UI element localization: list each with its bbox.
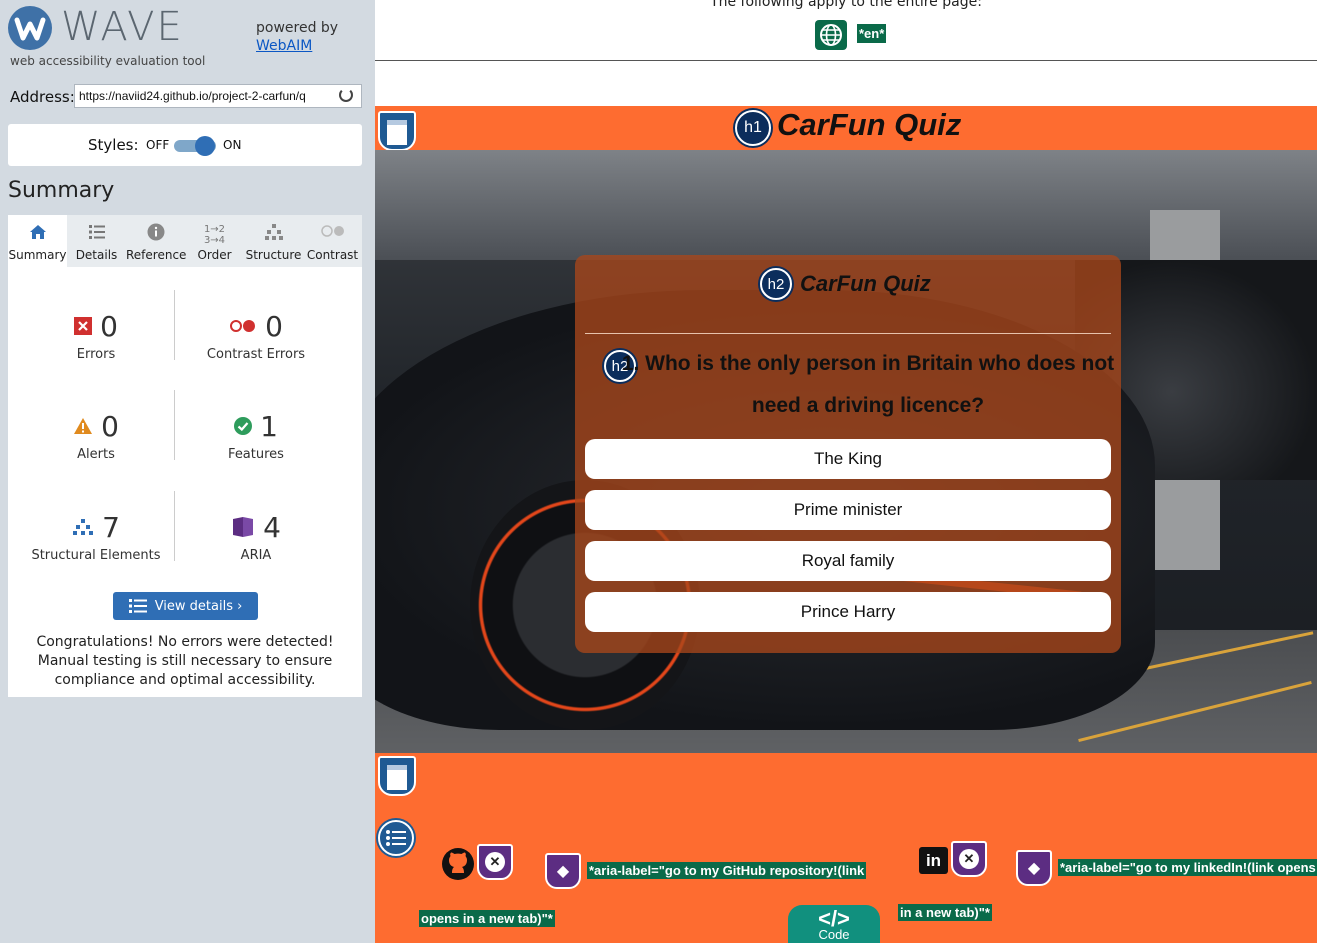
features-stat[interactable]: 1 Features: [176, 409, 336, 463]
linkedin-aria-label: *aria-label="go to my linkedIn!(link ope…: [1058, 859, 1317, 876]
structural-count: 7: [102, 510, 120, 544]
features-count: 1: [260, 409, 278, 443]
tab-structure[interactable]: Structure: [244, 215, 303, 267]
alerts-count: 0: [101, 409, 119, 443]
github-aria-label-cont: opens in a new tab)"*: [419, 910, 555, 927]
tab-label: Details: [75, 248, 118, 262]
github-aria-label: *aria-label="go to my GitHub repository!…: [587, 862, 867, 879]
code-label: Code: [818, 927, 850, 942]
alert-icon: [74, 418, 93, 434]
list-region-icon[interactable]: [378, 820, 414, 856]
styles-label: Styles:: [88, 136, 139, 154]
features-label: Features: [228, 447, 284, 462]
aria-count: 4: [263, 510, 281, 544]
tab-order[interactable]: 1→2 3→4 Order: [185, 215, 244, 267]
h2-badge[interactable]: h2: [760, 268, 792, 300]
tab-contrast[interactable]: Contrast: [303, 215, 362, 267]
quiz-title: CarFun Quiz: [800, 271, 931, 296]
page-level-note: The following apply to the entire page:: [710, 0, 982, 10]
tab-summary[interactable]: Summary: [8, 215, 67, 267]
home-icon: [8, 223, 67, 247]
aria-stat[interactable]: 4 ARIA: [176, 510, 336, 563]
errors-label: Errors: [76, 347, 116, 362]
page-title: CarFun Quiz: [777, 107, 962, 142]
aria-error-icon[interactable]: ✕: [477, 844, 513, 880]
aria-icon: [233, 517, 254, 537]
divider: [174, 290, 175, 360]
tab-label: Order: [197, 248, 232, 262]
quiz-question: 1. Who is the only person in Britain who…: [621, 352, 1115, 417]
info-icon: [126, 223, 185, 247]
contrast-errors-stat[interactable]: 0 Contrast Errors: [176, 309, 336, 363]
tab-reference[interactable]: Reference: [126, 215, 187, 267]
feature-check-icon: [234, 417, 253, 435]
aria-label-tag-icon[interactable]: ◆: [545, 853, 581, 889]
language-globe-icon[interactable]: [815, 20, 847, 50]
answer-button[interactable]: The King: [585, 439, 1111, 479]
summary-heading: Summary: [8, 178, 115, 203]
tab-label: Structure: [245, 248, 302, 262]
divider: [174, 491, 175, 561]
structural-label: Structural Elements: [31, 548, 161, 563]
list-icon: [67, 223, 126, 247]
header-region-icon[interactable]: [378, 111, 416, 151]
congrats-message: Congratulations! No errors were detected…: [36, 634, 334, 688]
hero-image: h2 CarFun Quiz h2 1. Who is the only per…: [375, 150, 1317, 753]
hierarchy-icon: [244, 223, 303, 247]
alerts-label: Alerts: [77, 447, 115, 462]
contrast-error-icon: [230, 320, 256, 332]
styles-toggle-panel: Styles: OFF ON: [8, 124, 362, 166]
alerts-stat[interactable]: 0 Alerts: [16, 409, 176, 462]
error-icon: [74, 317, 93, 335]
linkedin-icon[interactable]: in: [919, 847, 948, 874]
summary-panel: 0 Errors 0 Contrast Errors 0 Alerts 1 Fe…: [8, 267, 362, 697]
answer-button[interactable]: Royal family: [585, 541, 1111, 581]
tab-label: Reference: [126, 248, 187, 262]
view-details-button[interactable]: View details ›: [113, 592, 258, 620]
styles-off-label: OFF: [146, 138, 170, 152]
aria-error-icon[interactable]: ✕: [951, 841, 987, 877]
list-icon: [128, 599, 147, 613]
errors-stat[interactable]: 0 Errors: [16, 309, 176, 362]
divider: [375, 60, 1317, 61]
tab-label: Contrast: [306, 248, 359, 262]
wave-logo-text: WAVE: [61, 4, 184, 50]
language-badge: *en*: [857, 24, 887, 43]
footer-region-icon[interactable]: [378, 756, 416, 796]
github-icon[interactable]: [442, 848, 474, 880]
tab-details[interactable]: Details: [67, 215, 126, 267]
answer-button[interactable]: Prime minister: [585, 490, 1111, 530]
styles-on-label: ON: [223, 138, 242, 152]
errors-count: 0: [100, 309, 118, 343]
address-label: Address:: [10, 88, 75, 106]
aria-label-tag-icon[interactable]: ◆: [1016, 850, 1052, 886]
answer-button[interactable]: Prince Harry: [585, 592, 1111, 632]
structure-icon: [73, 519, 94, 535]
contrast-icon: [303, 223, 362, 247]
linkedin-aria-label-cont: in a new tab)"*: [898, 904, 992, 921]
tab-label: Summary: [8, 248, 67, 262]
wave-logo-icon: [8, 6, 52, 50]
reload-icon[interactable]: [339, 88, 353, 102]
contrast-errors-count: 0: [265, 309, 283, 343]
quiz-card: h2 CarFun Quiz h2 1. Who is the only per…: [575, 255, 1121, 653]
divider: [585, 333, 1111, 334]
code-toggle-button[interactable]: </> Code: [788, 905, 880, 943]
aria-label: ARIA: [240, 548, 272, 563]
evaluated-page: The following apply to the entire page: …: [375, 0, 1317, 943]
view-details-label: View details ›: [154, 598, 243, 614]
divider: [174, 390, 175, 460]
wave-subtitle: web accessibility evaluation tool: [10, 54, 206, 68]
powered-by-text: powered by: [256, 20, 339, 36]
structural-stat[interactable]: 7 Structural Elements: [16, 510, 176, 564]
order-icon: 1→2 3→4: [203, 224, 226, 246]
h1-badge[interactable]: h1: [735, 110, 771, 146]
address-input[interactable]: https://naviid24.github.io/project-2-car…: [74, 84, 362, 108]
styles-toggle-knob[interactable]: [195, 136, 215, 156]
panel-tabs: Summary Details Reference 1→2 3→4 Order S…: [8, 215, 362, 267]
wave-sidebar: WAVE web accessibility evaluation tool p…: [0, 0, 375, 943]
contrast-errors-label: Contrast Errors: [206, 347, 306, 362]
webaim-link[interactable]: WebAIM: [256, 38, 312, 54]
